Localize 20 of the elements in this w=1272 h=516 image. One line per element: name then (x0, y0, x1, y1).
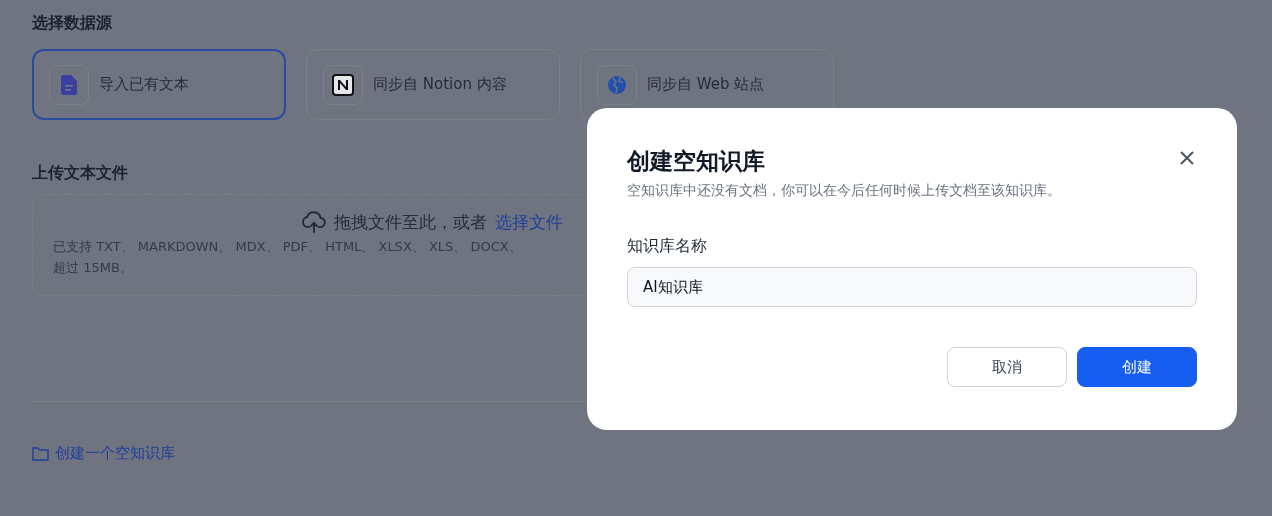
data-source-option[interactable]: 同步自 Notion 内容 (306, 49, 560, 120)
name-input-field[interactable]: AI知识库 (627, 267, 1197, 307)
section-title: 上传文本文件 (32, 162, 128, 184)
option-label: 导入已有文本 (99, 75, 189, 94)
option-label: 同步自 Web 站点 (647, 75, 765, 94)
field-label: 知识库名称 (627, 236, 707, 257)
cloud-upload-icon (301, 211, 326, 233)
data-source-option[interactable]: 导入已有文本 (32, 49, 286, 120)
create-empty-knowledge-base-link[interactable]: 创建一个空知识库 (32, 444, 175, 463)
cancel-button[interactable]: 取消 (947, 347, 1067, 387)
document-icon (61, 74, 77, 95)
create-button[interactable]: 创建 (1077, 347, 1197, 387)
globe-icon (607, 74, 627, 95)
notion-icon (332, 73, 354, 96)
dialog-title: 创建空知识库 (627, 147, 765, 176)
folder-icon (32, 446, 49, 461)
option-label: 同步自 Notion 内容 (373, 75, 507, 94)
drop-text: 拖拽文件至此，或者 (333, 210, 487, 234)
section-title: 选择数据源 (32, 12, 112, 34)
choose-file-link[interactable]: 选择文件 (494, 210, 563, 234)
